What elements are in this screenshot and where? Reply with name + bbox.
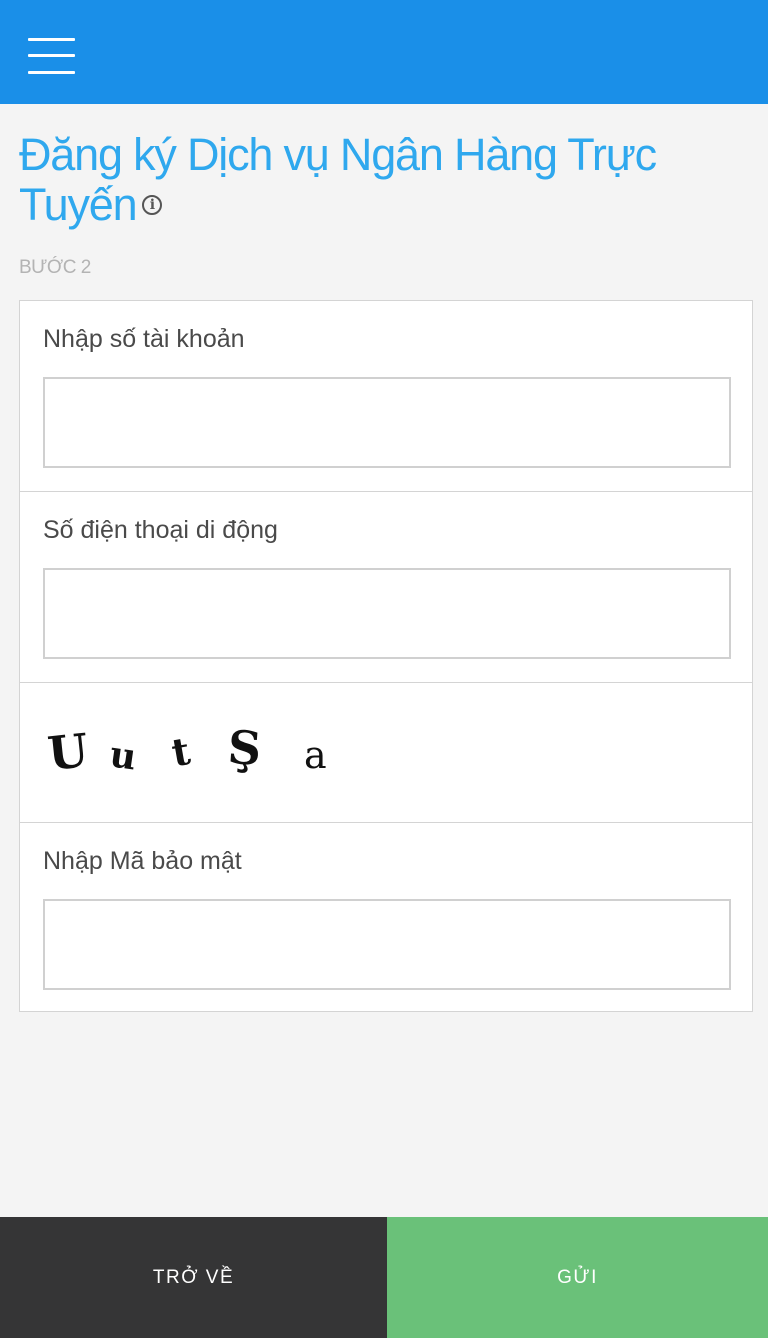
mobile-phone-section: Số điện thoại di động	[20, 492, 752, 683]
page-title-text: Đăng ký Dịch vụ Ngân Hàng Trực Tuyến	[19, 129, 657, 230]
send-button[interactable]: GỬI	[387, 1217, 768, 1338]
registration-form: Nhập số tài khoản Số điện thoại di động …	[19, 300, 753, 1012]
account-number-input[interactable]	[43, 377, 731, 468]
bottom-action-bar: TRỞ VỀ GỬI	[0, 1217, 768, 1338]
step-label: BƯỚC 2	[19, 257, 91, 278]
security-code-section: Nhập Mã bảo mật	[20, 823, 752, 1011]
captcha-char: Ş	[226, 719, 264, 777]
page-title: Đăng ký Dịch vụ Ngân Hàng Trực Tuyến i	[19, 130, 739, 230]
captcha-char: a	[304, 733, 327, 777]
info-icon[interactable]: i	[142, 195, 163, 216]
captcha-char: U	[45, 723, 91, 781]
captcha-char: u	[107, 733, 139, 779]
hamburger-menu-icon[interactable]	[28, 38, 76, 74]
account-number-section: Nhập số tài khoản	[20, 301, 752, 492]
back-button[interactable]: TRỞ VỀ	[0, 1217, 387, 1338]
account-number-label: Nhập số tài khoản	[43, 325, 245, 353]
security-code-label: Nhập Mã bảo mật	[43, 847, 242, 875]
captcha-section: U u t Ş a	[20, 683, 752, 823]
mobile-phone-label: Số điện thoại di động	[43, 516, 278, 544]
mobile-phone-input[interactable]	[43, 568, 731, 659]
captcha-image: U u t Ş a	[45, 713, 348, 793]
top-app-bar	[0, 0, 768, 104]
security-code-input[interactable]	[43, 899, 731, 990]
captcha-char: t	[168, 727, 194, 776]
